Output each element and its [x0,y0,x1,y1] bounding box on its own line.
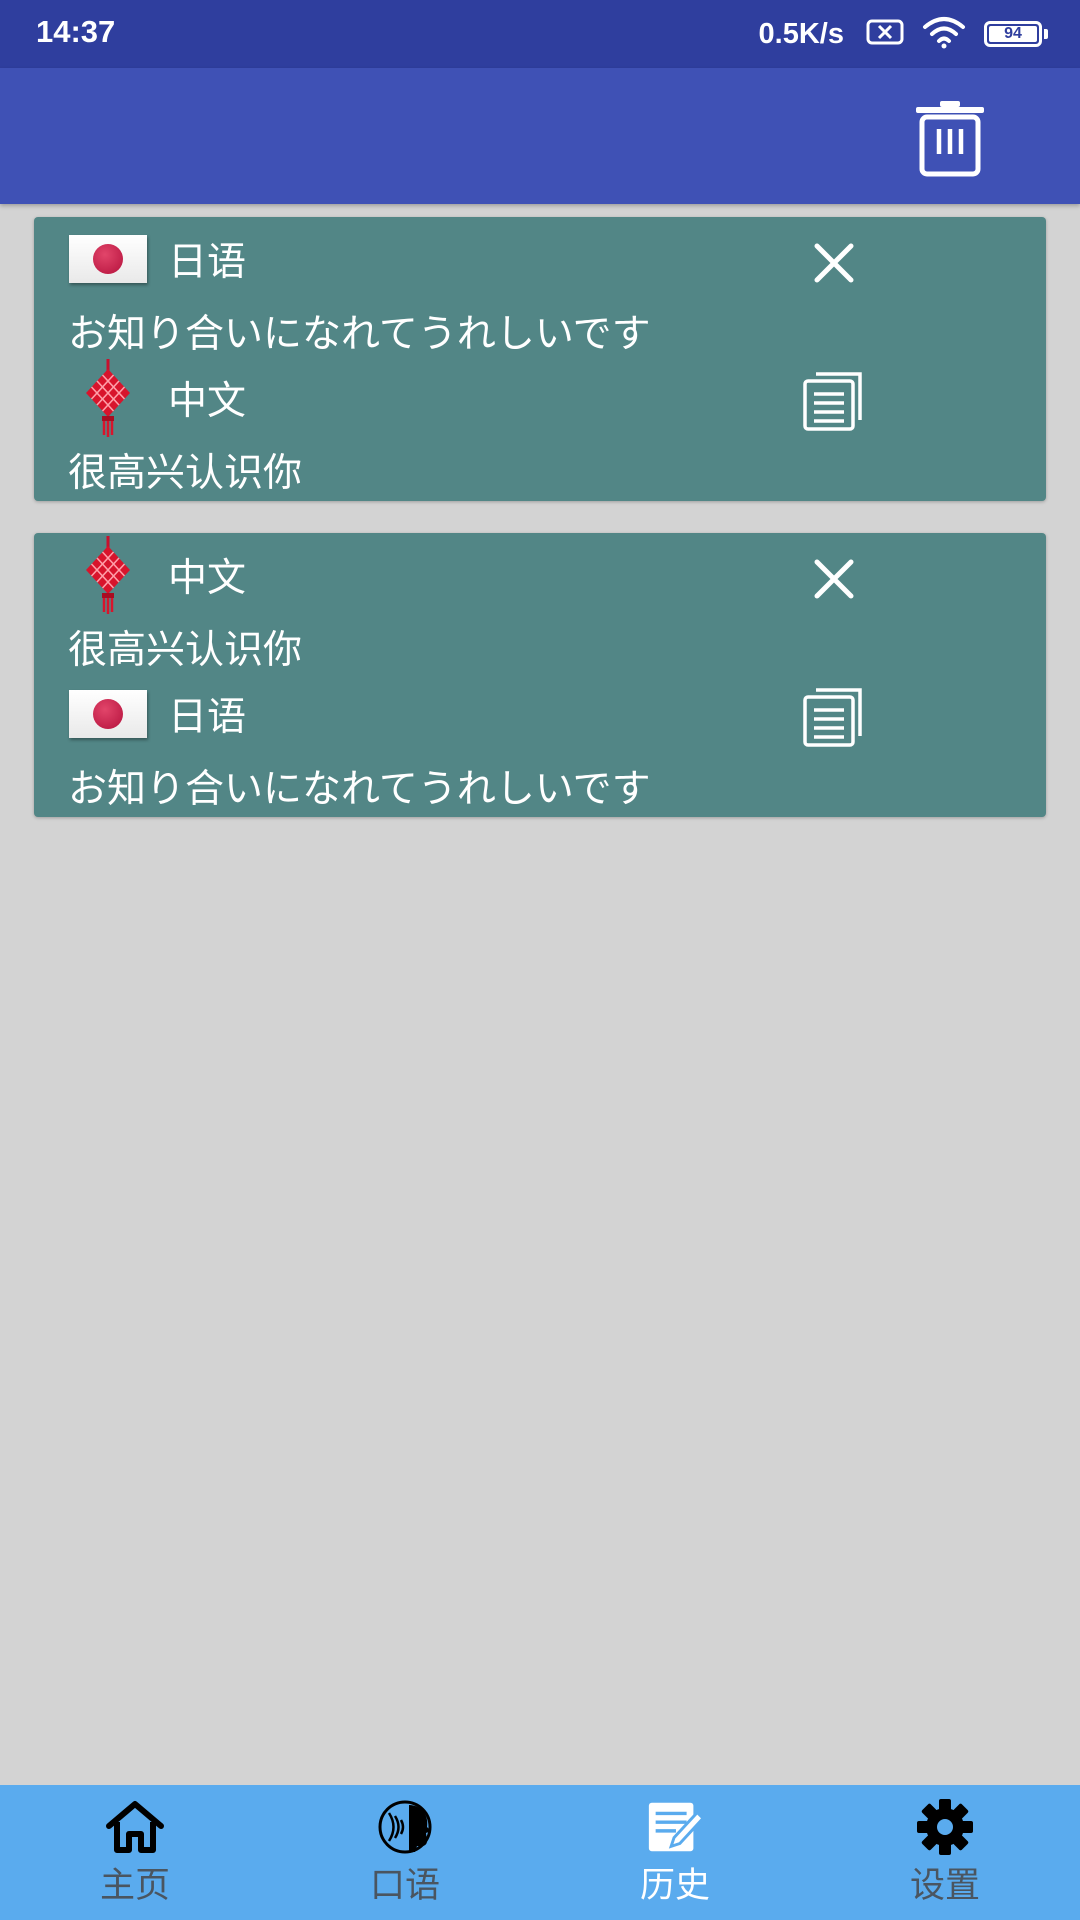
source-language-label: 日语 [168,240,247,285]
source-language-row: 中文 [68,536,247,614]
nav-item-home[interactable]: 主页 [0,1785,270,1920]
sim-off-icon [866,19,904,49]
status-bar: 14:37 0.5K/s 94 [0,0,1080,68]
target-text: お知り合いになれてうれしいです [68,767,651,812]
battery-level: 94 [989,25,1037,42]
nav-label-speaking: 口语 [369,1866,440,1906]
speaking-icon [375,1797,435,1857]
history-list: 日语 お知り合いになれてうれしいです 中文 很高兴认识你 中文 很高兴认识你 日… [34,217,1046,849]
target-text: 很高兴认识你 [68,451,303,496]
trash-icon [916,101,984,177]
chinese-knot-icon [68,536,148,614]
status-icons: 0.5K/s 94 [759,12,1048,56]
target-language-row: 中文 [68,359,247,437]
nav-item-speaking[interactable]: 口语 [270,1785,540,1920]
copy-button[interactable] [796,679,872,755]
chinese-knot-icon [68,359,148,437]
japan-flag-icon [68,686,148,742]
source-text: 很高兴认识你 [68,628,303,673]
gear-icon [915,1797,975,1857]
clear-history-button[interactable] [908,96,992,180]
target-language-row: 日语 [68,686,246,742]
source-text: お知り合いになれてうれしいです [68,312,651,357]
nav-label-history: 历史 [639,1866,710,1906]
source-language-row: 日语 [68,231,246,287]
app-bar [0,68,1080,204]
target-language-label: 中文 [168,379,247,424]
home-icon [105,1797,165,1857]
delete-entry-button[interactable] [806,551,862,607]
delete-entry-button[interactable] [806,235,862,291]
copy-button[interactable] [796,363,872,439]
network-speed: 0.5K/s [758,17,844,50]
copy-icon [803,372,862,431]
nav-item-history[interactable]: 历史 [540,1785,810,1920]
history-card[interactable]: 日语 お知り合いになれてうれしいです 中文 很高兴认识你 [34,217,1046,501]
nav-item-settings[interactable]: 设置 [810,1785,1080,1920]
battery-icon: 94 [984,21,1048,47]
status-time: 14:37 [36,14,116,49]
close-icon [814,243,854,283]
nav-label-home: 主页 [99,1866,170,1906]
wifi-icon [922,15,966,53]
source-language-label: 中文 [168,556,247,601]
nav-label-settings: 设置 [909,1866,980,1906]
target-language-label: 日语 [168,695,247,740]
bottom-navigation: 主页 口语 历史 设置 [0,1785,1080,1920]
copy-icon [803,688,862,747]
japan-flag-icon [68,231,148,287]
history-icon [645,1797,705,1857]
close-icon [814,559,854,599]
history-card[interactable]: 中文 很高兴认识你 日语 お知り合いになれてうれしいです [34,533,1046,817]
